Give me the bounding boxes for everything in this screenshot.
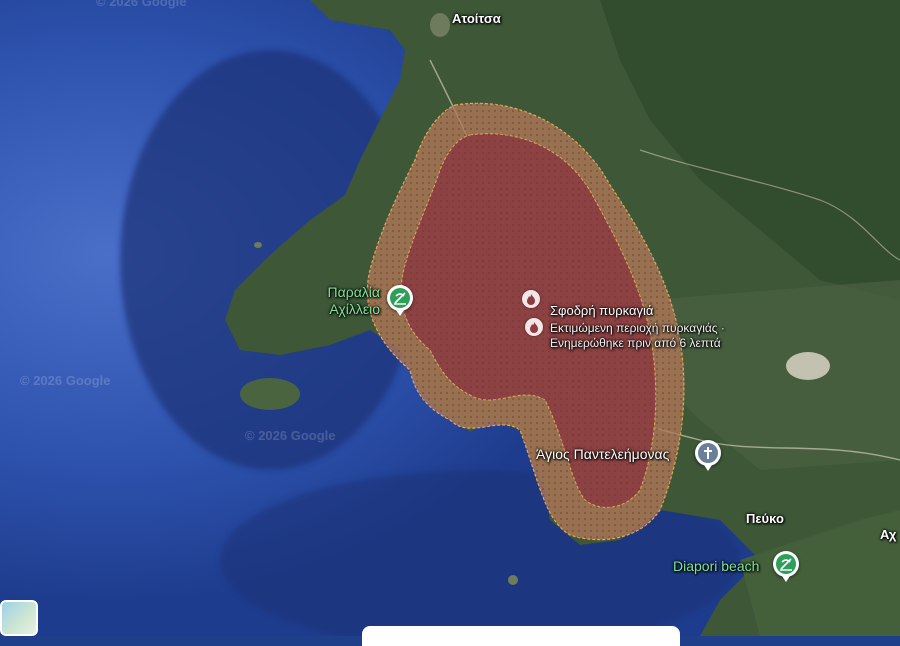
quarry [786,352,830,380]
fire-subtitle-line1: Εκτιμώμενη περιοχή πυρκαγιάς · [550,321,725,335]
church-pin[interactable] [695,440,721,471]
poi-label-line2: Αχίλλειο [329,301,380,317]
map-watermark: © 2026 Google [245,428,336,443]
map-watermark: © 2026 Google [20,373,111,388]
fire-title[interactable]: Σφοδρή πυρκαγιά [550,303,653,318]
bottom-sheet-handle[interactable] [362,626,680,646]
islet-west [240,378,300,410]
poi-label-achilleio[interactable]: Παραλία Αχίλλειο [318,284,380,318]
islet-south [508,575,518,585]
beach-icon [390,288,410,308]
beach-icon [776,554,796,574]
beach-pin-achilleio[interactable] [387,285,413,316]
map-watermark: © 2026 Google [96,0,187,9]
poi-label-diapori[interactable]: Diapori beach [673,558,759,575]
beach-pin-diapori[interactable] [773,551,799,582]
fire-icon[interactable] [522,290,540,308]
place-label-peuko[interactable]: Πεύκο [746,511,784,526]
islet-north [430,13,450,37]
place-label-atoitsa[interactable]: Ατοίτσα [452,11,501,26]
satellite-map[interactable] [0,0,900,636]
poi-label-line1: Παραλία [327,284,380,300]
fire-subtitle-line2: Ενημερώθηκε πριν από 6 λεπτά [550,336,721,350]
poi-label-church[interactable]: Άγιος Παντελεήμονας [536,446,669,462]
place-label-partial[interactable]: Αχ [880,527,896,542]
church-cross-icon [698,443,718,463]
islet-tiny [254,242,262,248]
layers-thumbnail-button[interactable] [0,600,38,636]
fire-icon[interactable] [525,318,543,336]
fire-subtitle[interactable]: Εκτιμώμενη περιοχή πυρκαγιάς · Ενημερώθη… [550,321,725,351]
